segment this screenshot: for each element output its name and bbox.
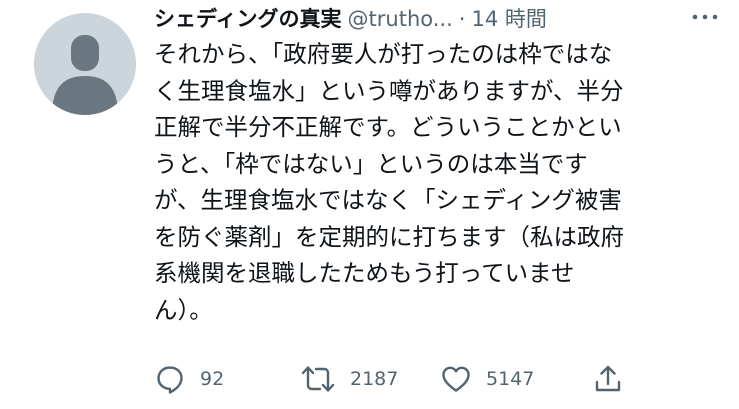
tweet-header: シェディングの真実 @trutho... · 14 時間 [154,4,724,34]
heart-icon [442,366,470,392]
more-button[interactable] [688,1,722,31]
timestamp[interactable]: 14 時間 [471,4,546,34]
tweet-actions: 92 2187 5147 [154,359,724,399]
default-avatar-icon [34,13,136,115]
retweet-icon [301,366,335,392]
tweet-text: それから、「政府要人が打ったのは枠ではな く生理食塩水」という噂がありますが、半… [154,36,724,328]
tweet-text-line: うと、「枠ではない」というのは本当です [154,149,588,178]
retweet-count: 2187 [350,368,399,390]
tweet-text-line: く生理食塩水」という噂がありますが、半分 [154,76,624,105]
reply-button[interactable]: 92 [154,359,224,399]
tweet-text-line: 正解で半分不正解です。どういうことかとい [154,113,622,141]
tweet-text-line: それから、「政府要人が打ったのは枠ではな [154,40,613,68]
retweet-button[interactable]: 2187 [300,359,398,399]
share-icon [595,365,621,392]
share-button[interactable] [592,359,624,399]
tweet[interactable]: シェディングの真実 @trutho... · 14 時間 それから、「政府要人が打った… [0,0,739,409]
display-name[interactable]: シェディングの真実 [154,4,342,34]
tweet-text-line: が、生理食塩水ではなく「シェディング被害 [154,186,622,214]
header-separator: · [458,7,466,31]
tweet-text-line: を防ぐ薬剤」を定期的に打ちます（私は政府 [154,222,624,251]
avatar[interactable] [34,13,136,115]
more-dots-icon [692,14,718,20]
reply-icon [157,366,183,394]
like-count: 5147 [486,368,535,390]
tweet-text-line: 系機関を退職したためもう打っていませ [154,259,575,287]
user-handle[interactable]: @trutho... [348,4,453,34]
reply-count: 92 [200,368,225,390]
like-button[interactable]: 5147 [440,359,534,399]
tweet-text-line: ん）。 [154,295,213,324]
